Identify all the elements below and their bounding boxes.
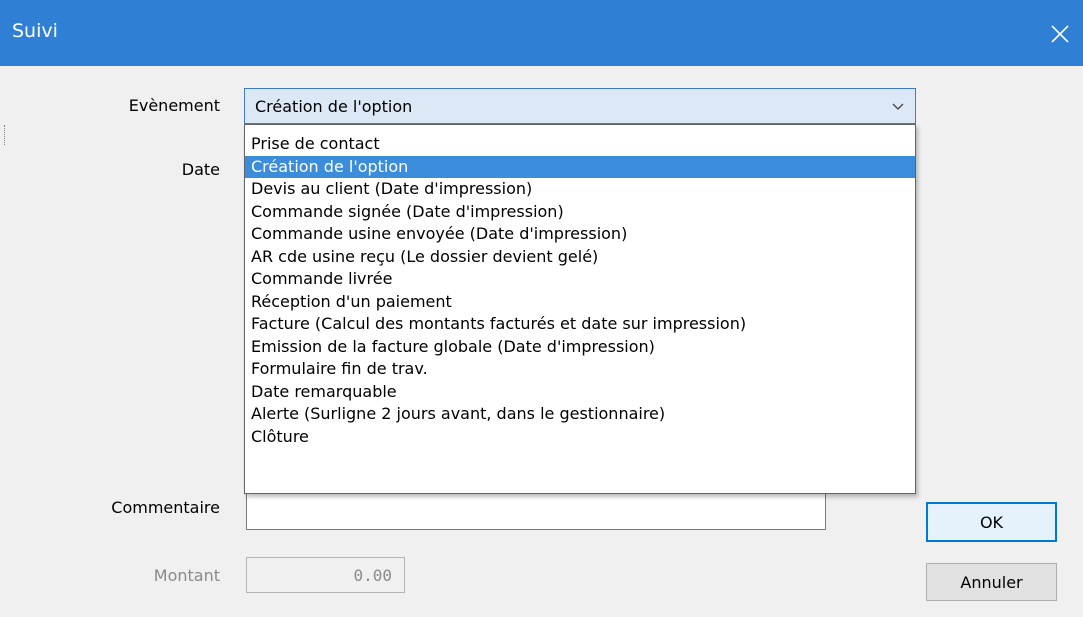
comment-label: Commentaire (111, 498, 220, 517)
dropdown-item[interactable]: AR cde usine reçu (Le dossier devient ge… (245, 246, 915, 269)
dropdown-item[interactable]: Clôture (245, 426, 915, 449)
dropdown-item[interactable]: Formulaire fin de trav. (245, 358, 915, 381)
cancel-button[interactable]: Annuler (926, 563, 1057, 601)
window-title: Suivi (12, 20, 58, 42)
event-dropdown-list[interactable]: Prise de contact Création de l'option De… (244, 124, 916, 494)
dropdown-item[interactable]: Commande livrée (245, 268, 915, 291)
dropdown-item[interactable]: Facture (Calcul des montants facturés et… (245, 313, 915, 336)
dropdown-item[interactable]: Alerte (Surligne 2 jours avant, dans le … (245, 403, 915, 426)
event-combobox[interactable]: Création de l'option (244, 88, 916, 124)
ok-button[interactable]: OK (926, 502, 1057, 542)
event-combobox-value: Création de l'option (255, 97, 413, 116)
dropdown-item[interactable]: Prise de contact (245, 133, 915, 156)
amount-field: 0.00 (246, 557, 405, 593)
dropdown-item[interactable]: Devis au client (Date d'impression) (245, 178, 915, 201)
title-bar: Suivi (0, 0, 1083, 66)
event-label: Evènement (128, 96, 220, 115)
amount-label: Montant (153, 566, 220, 585)
dropdown-item[interactable]: Commande signée (Date d'impression) (245, 201, 915, 224)
dropdown-item[interactable]: Création de l'option (245, 155, 915, 178)
amount-value: 0.00 (353, 566, 392, 585)
close-icon (1051, 25, 1069, 43)
edge-divider (4, 125, 7, 145)
dropdown-item[interactable]: Commande usine envoyée (Date d'impressio… (245, 223, 915, 246)
comment-field[interactable] (246, 493, 826, 530)
dropdown-item[interactable]: Emission de la facture globale (Date d'i… (245, 336, 915, 359)
dropdown-item[interactable]: Réception d'un paiement (245, 291, 915, 314)
chevron-down-icon[interactable] (891, 100, 905, 114)
close-button[interactable] (1037, 14, 1083, 54)
dropdown-item[interactable]: Date remarquable (245, 381, 915, 404)
date-label: Date (181, 160, 220, 179)
